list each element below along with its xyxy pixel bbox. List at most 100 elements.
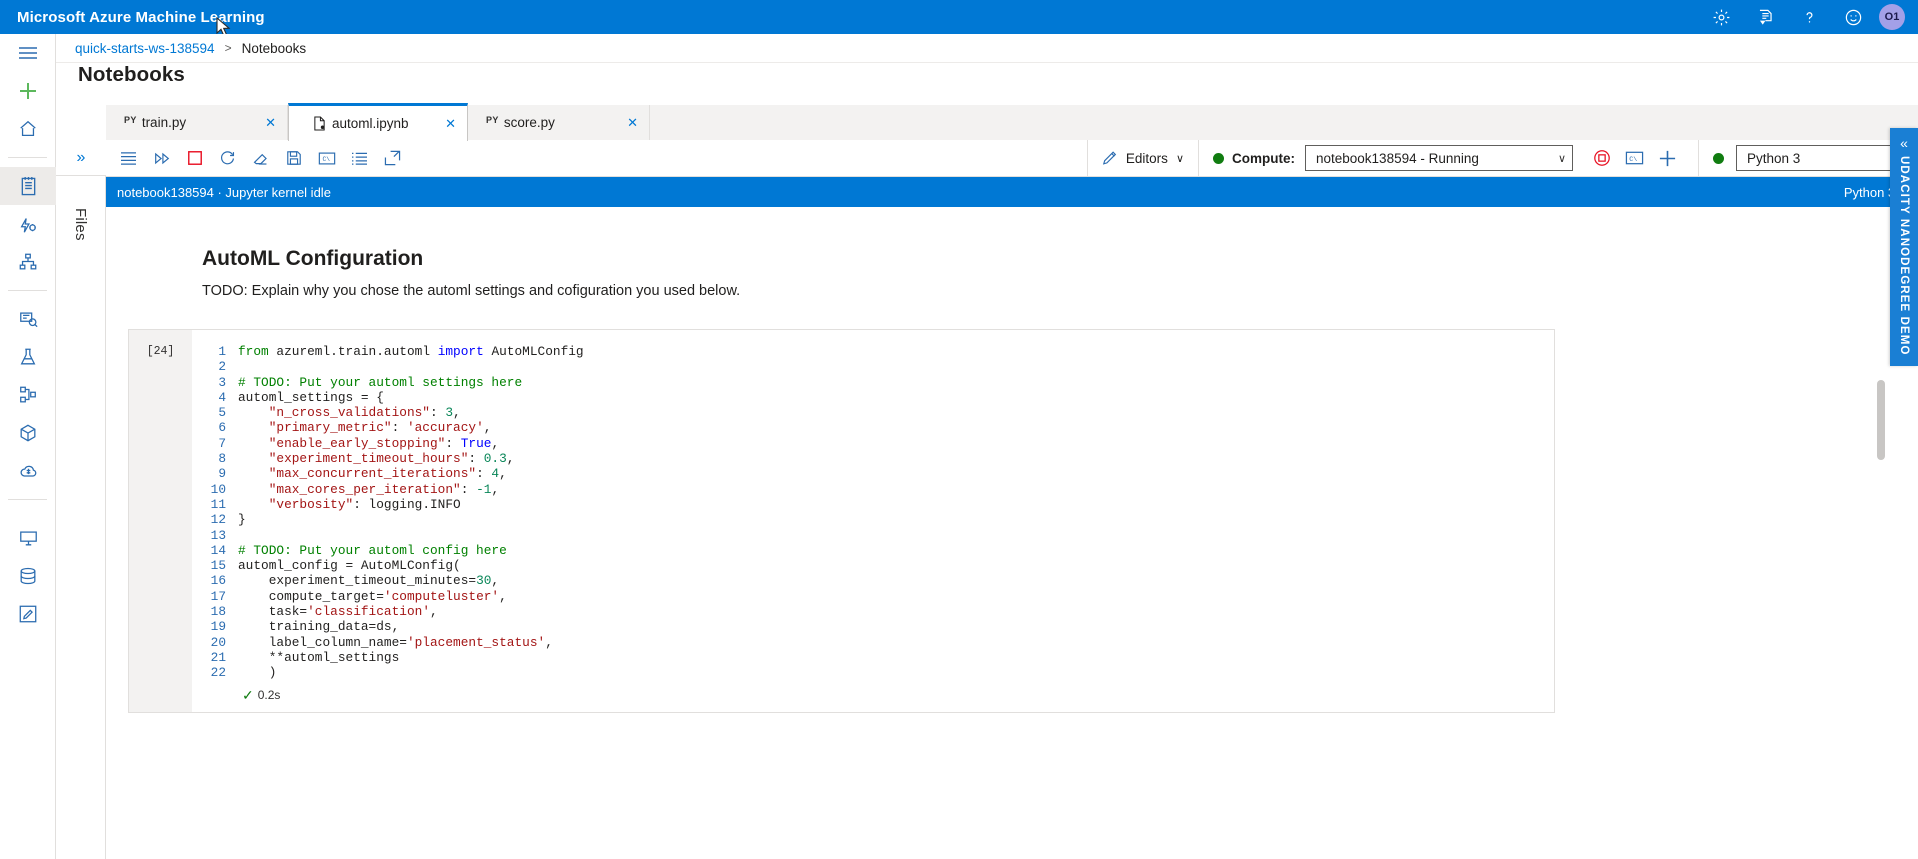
success-check-icon: ✓ — [242, 686, 254, 703]
new-plus-icon[interactable] — [0, 72, 56, 110]
run-all-icon[interactable] — [145, 142, 178, 175]
restart-kernel-icon[interactable] — [211, 142, 244, 175]
code-line-content: "n_cross_validations": 3, — [268, 405, 461, 421]
kernel-status-text: notebook138594 · Jupyter kernel idle — [117, 184, 331, 200]
code-line-content: "experiment_timeout_hours": 0.3, — [268, 451, 515, 467]
svg-text:C\: C\ — [1629, 155, 1637, 163]
sidebar-item-notebooks[interactable] — [0, 167, 56, 205]
smiley-icon[interactable] — [1831, 0, 1875, 34]
breadcrumb-workspace-link[interactable]: quick-starts-ws-138594 — [75, 41, 215, 56]
code-line-content — [238, 359, 1554, 374]
code-line-content: task='classification', — [238, 604, 438, 620]
line-number: 17 — [210, 588, 226, 604]
sidebar-item-designer[interactable] — [0, 243, 56, 281]
code-line: 12} — [192, 512, 1554, 527]
line-number: 15 — [210, 558, 226, 574]
kernel-status-bar: notebook138594 · Jupyter kernel idle Pyt… — [106, 177, 1918, 207]
sidebar-item-compute[interactable] — [0, 519, 56, 557]
sidebar-item-datastores[interactable] — [0, 557, 56, 595]
run-cell-icon[interactable] — [112, 142, 145, 175]
editors-group: Editors ∨ — [1086, 139, 1198, 177]
app-header: Microsoft Azure Machine Learning O1 — [0, 0, 1918, 37]
avatar[interactable]: O1 — [1879, 4, 1905, 30]
cell-execution-count: [24] — [129, 330, 192, 712]
scrollbar-thumb[interactable] — [1877, 380, 1885, 460]
close-icon[interactable]: ✕ — [627, 116, 638, 129]
line-number: 3 — [218, 374, 226, 390]
line-number: 8 — [218, 451, 226, 467]
kernel-select-value: Python 3 — [1747, 150, 1801, 166]
compute-select[interactable]: notebook138594 - Running ∨ — [1305, 145, 1573, 171]
code-cell[interactable]: [24] 1 from azureml.train.automl import A… — [128, 329, 1555, 713]
kernel-select[interactable]: Python 3 ∨ — [1736, 145, 1904, 171]
code-line-content: compute_target='computeluster', — [238, 588, 507, 604]
clear-output-eraser-icon[interactable] — [244, 142, 277, 175]
expand-files-panel-icon[interactable]: » — [56, 140, 106, 176]
close-icon[interactable]: ✕ — [445, 117, 456, 130]
save-icon[interactable] — [277, 142, 310, 175]
code-line-content: label_column_name='placement_status', — [238, 634, 553, 650]
line-number: 12 — [210, 512, 226, 528]
line-number: 13 — [210, 527, 226, 543]
sidebar-item-automated-ml[interactable] — [0, 205, 56, 243]
hamburger-menu-icon[interactable] — [0, 34, 56, 72]
feedback-document-icon[interactable] — [1743, 0, 1787, 34]
code-line-content: "max_cores_per_iteration": -1, — [268, 481, 500, 497]
cell-body[interactable]: 1 from azureml.train.automl import AutoML… — [192, 330, 1554, 712]
terminal-icon[interactable]: C\ — [1618, 142, 1651, 175]
line-number: 16 — [210, 573, 226, 589]
sidebar-item-models[interactable] — [0, 414, 56, 452]
udacity-demo-banner[interactable]: « UDACITY NANODEGREE DEMO — [1890, 128, 1918, 366]
breadcrumb-current: Notebooks — [241, 40, 307, 56]
code-line: 22 ) — [192, 665, 1554, 680]
line-number: 22 — [210, 665, 226, 681]
editors-dropdown[interactable]: Editors ∨ — [1102, 150, 1184, 166]
focus-mode-icon[interactable] — [376, 142, 409, 175]
tab-automl-ipynb[interactable]: automl.ipynb ✕ — [288, 103, 468, 141]
sidebar-item-endpoints[interactable] — [0, 452, 56, 490]
code-line: 21 **automl_settings — [192, 650, 1554, 665]
breadcrumb-separator: > — [224, 41, 232, 55]
code-line-content: "enable_early_stopping": True, — [268, 435, 500, 451]
code-line: 17 compute_target='computeluster', — [192, 589, 1554, 604]
code-line: 6 "primary_metric": 'accuracy', — [192, 420, 1554, 435]
line-number: 1 — [218, 344, 226, 359]
code-line: 1 from azureml.train.automl import AutoML… — [192, 344, 1554, 359]
line-number: 4 — [218, 389, 226, 405]
line-number: 9 — [218, 466, 226, 482]
help-question-icon[interactable] — [1787, 0, 1831, 34]
checkpoint-icon[interactable]: C\ — [310, 142, 343, 175]
close-icon[interactable]: ✕ — [265, 116, 276, 129]
code-line: 20 label_column_name='placement_status', — [192, 635, 1554, 650]
compute-status-dot — [1213, 152, 1224, 164]
notebook-toolbar-buttons: C\ — [106, 142, 409, 175]
sidebar-item-data-labeling[interactable] — [0, 595, 56, 633]
toc-list-icon[interactable] — [343, 142, 376, 175]
notebook-file-icon — [313, 116, 326, 131]
collapse-chevron-icon[interactable]: « — [1900, 136, 1908, 150]
stop-compute-icon[interactable] — [1585, 142, 1618, 175]
home-icon[interactable] — [0, 110, 56, 148]
line-number: 20 — [210, 634, 226, 650]
code-line-content: } — [238, 512, 246, 528]
settings-gear-icon[interactable] — [1699, 0, 1743, 34]
code-editor[interactable]: 1 from azureml.train.automl import AutoML… — [192, 344, 1554, 681]
stop-icon[interactable] — [178, 142, 211, 175]
code-line-content: ) — [238, 665, 277, 681]
sidebar-item-datasets[interactable] — [0, 300, 56, 338]
line-number: 5 — [218, 405, 226, 421]
line-number: 2 — [218, 359, 226, 375]
svg-text:C\: C\ — [322, 156, 330, 163]
add-plus-icon[interactable] — [1651, 142, 1684, 175]
tab-score-py[interactable]: PY score.py ✕ — [468, 105, 650, 140]
udacity-banner-text: UDACITY NANODEGREE DEMO — [1898, 156, 1910, 356]
sidebar-item-pipelines[interactable] — [0, 376, 56, 414]
line-number: 21 — [210, 649, 226, 665]
compute-label: Compute: — [1232, 150, 1295, 166]
line-number: 11 — [210, 496, 226, 512]
sidebar-item-experiments[interactable] — [0, 338, 56, 376]
markdown-heading: AutoML Configuration — [202, 247, 424, 270]
code-line-content: automl_config = AutoMLConfig( — [238, 558, 461, 574]
tab-train-py[interactable]: PY train.py ✕ — [106, 105, 288, 140]
editors-label: Editors — [1125, 150, 1168, 166]
